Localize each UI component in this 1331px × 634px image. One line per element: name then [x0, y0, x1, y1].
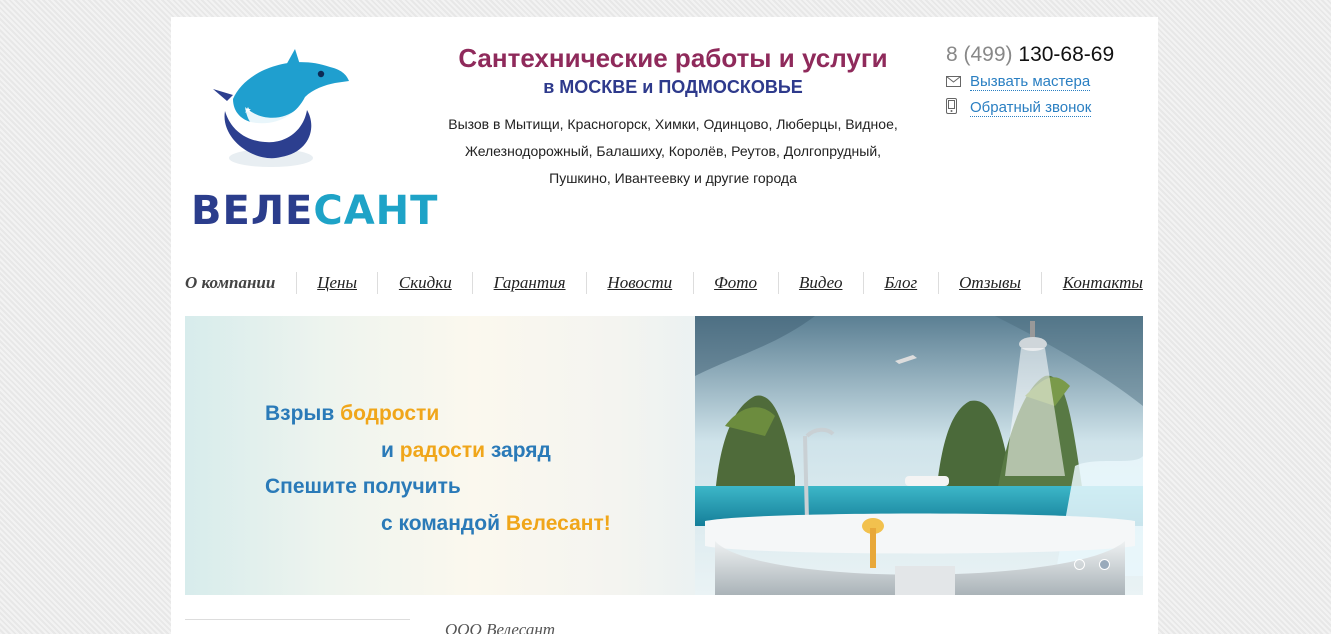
dolphin-icon: [213, 49, 349, 167]
menu-item-video[interactable]: Видео: [799, 273, 843, 293]
slider-dot-2[interactable]: [1099, 559, 1110, 570]
main-menu: О компании Цены Скидки Гарантия Новости …: [185, 267, 1143, 299]
menu-separator: [692, 272, 694, 294]
phone-code: 8 (499): [946, 43, 1013, 66]
banner-line-4: с командой Велесант!: [381, 511, 611, 535]
phone-icon: [946, 98, 962, 118]
promo-banner[interactable]: Взрыв бодрости и радости заряд Спешите п…: [185, 316, 1143, 595]
cities-line: Вызов в Мытищи, Красногорск, Химки, Один…: [448, 116, 898, 132]
banner-line-3: Спешите получить: [265, 475, 461, 498]
page: ВЕЛЕСАНТ Сантехнические работы и услуги …: [171, 17, 1158, 634]
callback-link[interactable]: Обратный звонок: [946, 98, 1092, 118]
menu-item-reviews[interactable]: Отзывы: [959, 273, 1021, 293]
menu-separator: [777, 272, 779, 294]
banner-line-2: и радости заряд: [381, 438, 551, 462]
menu-item-prices[interactable]: Цены: [317, 273, 357, 293]
page-title: Сантехнические работы и услуги: [458, 43, 888, 73]
phone-digits: 130-68-69: [1018, 43, 1115, 66]
logo-wordmark: ВЕЛЕСАНТ: [191, 191, 438, 231]
sidebar-divider: [185, 619, 410, 620]
logo[interactable]: ВЕЛЕСАНТ: [185, 41, 437, 253]
company-name: ООО Велесант: [445, 620, 556, 634]
banner-line-1: Взрыв бодрости: [265, 402, 440, 425]
menu-item-blog[interactable]: Блог: [884, 273, 917, 293]
menu-separator: [472, 272, 474, 294]
cities-line: Пушкино, Ивантеевку и другие города: [549, 170, 797, 186]
menu-separator: [295, 272, 297, 294]
menu-separator: [377, 272, 379, 294]
callback-label: Обратный звонок: [970, 98, 1092, 117]
banner-slogan: Взрыв бодрости и радости заряд Спешите п…: [265, 396, 611, 542]
page-subtitle: в МОСКВЕ и ПОДМОСКОВЬЕ: [543, 77, 803, 97]
menu-separator: [862, 272, 864, 294]
envelope-icon: [946, 74, 962, 91]
menu-item-news[interactable]: Новости: [607, 273, 672, 293]
menu-separator: [1041, 272, 1043, 294]
menu-item-about[interactable]: О компании: [185, 273, 275, 293]
menu-item-discounts[interactable]: Скидки: [399, 273, 452, 293]
logo-text-part1: ВЕЛЕ: [191, 188, 314, 234]
call-master-link[interactable]: Вызвать мастера: [946, 73, 1091, 91]
menu-item-photo[interactable]: Фото: [714, 273, 757, 293]
call-master-label: Вызвать мастера: [970, 73, 1091, 91]
bathtub-island-image: [695, 316, 1143, 595]
menu-separator: [937, 272, 939, 294]
menu-item-warranty[interactable]: Гарантия: [494, 273, 566, 293]
cities-text: Вызов в Мытищи, Красногорск, Химки, Один…: [421, 111, 925, 192]
menu-item-contacts[interactable]: Контакты: [1063, 273, 1143, 293]
slider-dot-1[interactable]: [1074, 559, 1085, 570]
logo-text-part2: САНТ: [313, 188, 439, 234]
cities-line: Железнодорожный, Балашиху, Королёв, Реут…: [464, 143, 882, 159]
phone-number[interactable]: 8 (499) 130-68-69: [946, 43, 1114, 67]
menu-separator: [585, 272, 587, 294]
